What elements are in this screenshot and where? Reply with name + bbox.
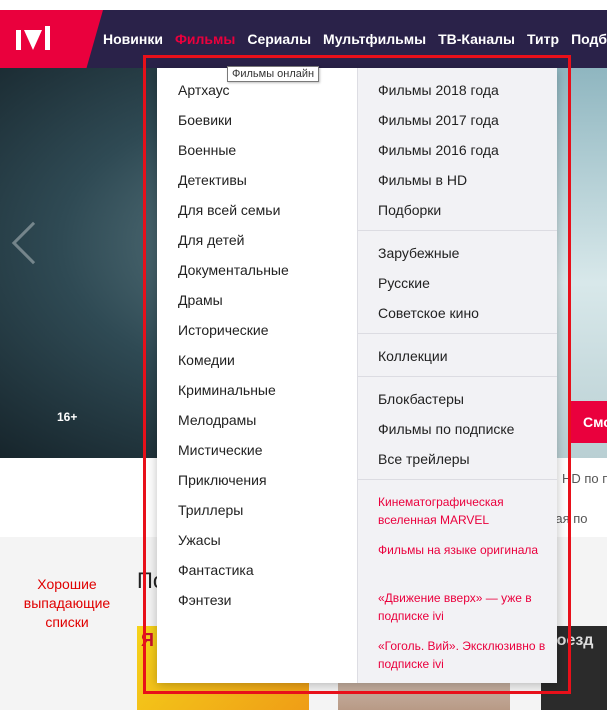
genre-item-drama[interactable]: Драмы (178, 292, 223, 308)
menu-divider (358, 333, 557, 334)
top-nav-bar: Новинки Фильмы Сериалы Мультфильмы ТВ-Ка… (0, 10, 607, 68)
nav-item-tv-channels[interactable]: ТВ-Каналы (438, 31, 515, 47)
nav-item-titr[interactable]: Титр (527, 31, 559, 47)
categories-column: Фильмы 2018 года Фильмы 2017 года Фильмы… (357, 68, 557, 683)
genre-item-mystic[interactable]: Мистические (178, 442, 263, 458)
genre-item-detective[interactable]: Детективы (178, 172, 247, 188)
logo-v-icon (24, 30, 42, 50)
menu-item-2016[interactable]: Фильмы 2016 года (378, 142, 499, 158)
promo-link-gogol-viy[interactable]: «Гоголь. Вий». Эксклюзивно в подписке iv… (378, 637, 546, 673)
menu-item-collections[interactable]: Коллекции (378, 348, 448, 364)
logo-i-icon (45, 30, 50, 50)
movies-dropdown-menu: Артхаус Боевики Военные Детективы Для вс… (157, 68, 557, 683)
nav-item-cartoons[interactable]: Мультфильмы (323, 31, 426, 47)
nav-item-new[interactable]: Новинки (103, 31, 163, 47)
genre-item-thriller[interactable]: Триллеры (178, 502, 243, 518)
menu-item-soviet[interactable]: Советское кино (378, 305, 479, 321)
behind-text-1: HD по п (562, 471, 607, 486)
logo-dot-icon (45, 26, 50, 31)
genre-item-action[interactable]: Боевики (178, 112, 232, 128)
nav-item-movies[interactable]: Фильмы (175, 31, 235, 47)
nav-item-collections[interactable]: Подб (571, 31, 607, 47)
menu-item-russian[interactable]: Русские (378, 275, 430, 291)
menu-item-2017[interactable]: Фильмы 2017 года (378, 112, 499, 128)
menu-item-blockbusters[interactable]: Блокбастеры (378, 391, 464, 407)
logo-i-icon (16, 30, 21, 50)
genre-item-comedy[interactable]: Комедии (178, 352, 235, 368)
promo-link-dvizhenie-vverkh[interactable]: «Движение вверх» — уже в подписке ivi (378, 589, 546, 625)
genres-column: Артхаус Боевики Военные Детективы Для вс… (157, 68, 357, 683)
genre-item-crime[interactable]: Криминальные (178, 382, 276, 398)
genre-item-melodrama[interactable]: Мелодрамы (178, 412, 256, 428)
genre-item-war[interactable]: Военные (178, 142, 236, 158)
genre-item-adventure[interactable]: Приключения (178, 472, 267, 488)
nav-item-series[interactable]: Сериалы (247, 31, 311, 47)
promo-link-marvel[interactable]: Кинематографическая вселенная MARVEL (378, 493, 546, 529)
menu-divider (358, 479, 557, 480)
genre-item-fantasy[interactable]: Фэнтези (178, 592, 232, 608)
genre-item-documentary[interactable]: Документальные (178, 262, 289, 278)
menu-item-trailers[interactable]: Все трейлеры (378, 451, 470, 467)
logo-glyphs (16, 26, 50, 50)
genre-item-family[interactable]: Для всей семьи (178, 202, 280, 218)
ivi-logo[interactable] (0, 10, 103, 68)
genre-item-scifi[interactable]: Фантастика (178, 562, 254, 578)
menu-item-selections[interactable]: Подборки (378, 202, 441, 218)
menu-divider (358, 376, 557, 377)
menu-item-2018[interactable]: Фильмы 2018 года (378, 82, 499, 98)
poster-title: Я (141, 630, 154, 650)
hero-prev-arrow-icon[interactable] (11, 221, 55, 265)
tooltip: Фильмы онлайн (227, 66, 320, 82)
menu-item-hd[interactable]: Фильмы в HD (378, 172, 467, 188)
genre-item-horror[interactable]: Ужасы (178, 532, 221, 548)
main-nav: Новинки Фильмы Сериалы Мультфильмы ТВ-Ка… (103, 10, 607, 68)
genre-item-arthouse[interactable]: Артхаус (178, 82, 230, 98)
genre-item-historical[interactable]: Исторические (178, 322, 269, 338)
genre-item-kids[interactable]: Для детей (178, 232, 244, 248)
age-rating-badge: 16+ (57, 410, 78, 424)
menu-item-foreign[interactable]: Зарубежные (378, 245, 459, 261)
menu-divider (358, 230, 557, 231)
watch-button[interactable]: Смо (568, 401, 607, 443)
promo-link-original-language[interactable]: Фильмы на языке оригинала (378, 541, 546, 559)
menu-item-subscription[interactable]: Фильмы по подписке (378, 421, 514, 437)
annotation-note: Хорошие выпадающие списки (23, 576, 111, 630)
